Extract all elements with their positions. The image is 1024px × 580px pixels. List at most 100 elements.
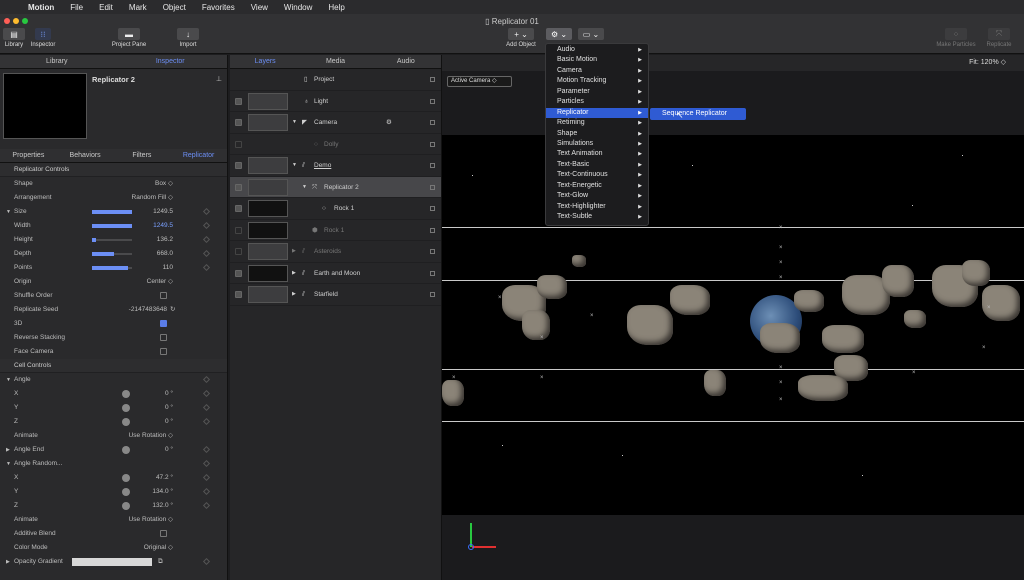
lock-icon[interactable]: [430, 98, 435, 104]
menu-help[interactable]: Help: [320, 3, 352, 12]
layer-row-light[interactable]: ♁ Light: [230, 91, 441, 112]
gradient-menu-icon[interactable]: ⧉: [158, 555, 163, 569]
width-slider[interactable]: [92, 224, 132, 228]
visibility-checkbox[interactable]: [235, 269, 242, 277]
angle-dial[interactable]: [122, 474, 130, 482]
lock-icon[interactable]: [430, 270, 435, 276]
z-axis-gizmo[interactable]: [468, 544, 474, 550]
menu-item-simulations[interactable]: Simulations ▶: [546, 139, 648, 149]
disclosure-closed-icon[interactable]: ▶: [6, 443, 10, 457]
refresh-icon[interactable]: ↻: [170, 303, 175, 317]
pin-icon[interactable]: ⊥: [216, 75, 222, 83]
add-behavior-button[interactable]: ⚙ ⌄: [546, 28, 572, 42]
library-button[interactable]: ▤ Library: [3, 28, 25, 48]
additive-checkbox[interactable]: [160, 530, 167, 537]
disclosure-closed-icon[interactable]: ▶: [6, 555, 10, 569]
disclosure-closed-icon[interactable]: ▶: [292, 284, 296, 306]
layer-row-rock-1-source[interactable]: ⬢ Rock 1: [230, 220, 441, 241]
keyframe-icon[interactable]: [202, 473, 211, 482]
layer-row-asteroids[interactable]: ▶ ⫽ Asteroids: [230, 241, 441, 263]
keyframe-icon[interactable]: [202, 221, 211, 230]
menu-mark[interactable]: Mark: [121, 3, 155, 12]
origin-popup[interactable]: Center ◇: [147, 275, 173, 289]
keyframe-icon[interactable]: [202, 207, 211, 216]
menu-item-audio[interactable]: Audio ▶: [546, 45, 648, 55]
keyframe-icon[interactable]: [202, 557, 211, 566]
keyframe-icon[interactable]: [202, 235, 211, 244]
disclosure-open-icon[interactable]: ▼: [292, 112, 297, 134]
keyframe-icon[interactable]: [202, 501, 211, 510]
angle-dial[interactable]: [122, 488, 130, 496]
visibility-checkbox[interactable]: [235, 205, 242, 212]
height-slider[interactable]: [92, 238, 132, 242]
visibility-checkbox[interactable]: [235, 183, 242, 191]
menu-item-text-animation[interactable]: Text Animation ▶: [546, 149, 648, 159]
disclosure-closed-icon[interactable]: ▶: [292, 241, 296, 263]
menu-favorites[interactable]: Favorites: [194, 3, 243, 12]
lock-icon[interactable]: [430, 141, 435, 147]
lock-icon[interactable]: [430, 163, 435, 168]
disclosure-open-icon[interactable]: ▼: [292, 155, 297, 177]
disclosure-open-icon[interactable]: ▼: [6, 457, 11, 471]
menu-item-basic-motion[interactable]: Basic Motion ▶: [546, 55, 648, 65]
menu-window[interactable]: Window: [276, 3, 320, 12]
angle-dial[interactable]: [122, 404, 130, 412]
menu-item-shape[interactable]: Shape ▶: [546, 129, 648, 139]
lock-icon[interactable]: [430, 206, 435, 211]
3d-checkbox[interactable]: [160, 320, 167, 327]
layer-row-camera[interactable]: ▼ ◤ Camera ⚙: [230, 112, 441, 134]
import-button[interactable]: ↓ Import: [176, 28, 200, 48]
layer-row-replicator-2[interactable]: ▼ ⤧ Replicator 2: [230, 176, 441, 198]
keyframe-icon[interactable]: [202, 459, 211, 468]
project-pane-button[interactable]: ▬ Project Pane: [108, 28, 150, 48]
keyframe-icon[interactable]: [202, 389, 211, 398]
menu-item-text-glow[interactable]: Text-Glow ▶: [546, 191, 648, 201]
points-slider[interactable]: [92, 266, 132, 270]
camera-popup[interactable]: Active Camera ◇: [447, 76, 512, 87]
lock-icon[interactable]: [430, 227, 435, 233]
lock-icon[interactable]: [430, 120, 435, 125]
menu-item-particles[interactable]: Particles ▶: [546, 97, 648, 107]
shuffle-checkbox[interactable]: [160, 292, 167, 299]
menu-item-retiming[interactable]: Retiming ▶: [546, 118, 648, 128]
menu-item-motion-tracking[interactable]: Motion Tracking ▶: [546, 76, 648, 86]
visibility-checkbox[interactable]: [235, 162, 242, 169]
keyframe-icon[interactable]: [202, 375, 211, 384]
disclosure-open-icon[interactable]: ▼: [6, 373, 11, 387]
angle-dial[interactable]: [122, 418, 130, 426]
tab-inspector[interactable]: Inspector: [114, 55, 228, 68]
menu-item-replicator[interactable]: Replicator ▶: [546, 107, 648, 119]
menu-edit[interactable]: Edit: [91, 3, 121, 12]
size-slider[interactable]: [92, 210, 132, 214]
add-filter-button[interactable]: ▭ ⌄: [578, 28, 604, 42]
visibility-checkbox[interactable]: [235, 97, 242, 105]
menu-item-text-basic[interactable]: Text-Basic ▶: [546, 160, 648, 170]
tab-media[interactable]: Media: [300, 55, 370, 68]
tab-layers[interactable]: Layers: [230, 55, 300, 68]
layer-row-project[interactable]: ▯ Project: [230, 69, 441, 91]
shape-popup[interactable]: Box ◇: [155, 177, 173, 191]
arrangement-popup[interactable]: Random Fill ◇: [132, 191, 173, 205]
keyframe-icon[interactable]: [202, 487, 211, 496]
lock-icon[interactable]: [430, 249, 435, 254]
submenu-item-sequence-replicator[interactable]: Sequence Replicator: [650, 108, 746, 120]
face-camera-checkbox[interactable]: [160, 348, 167, 355]
visibility-checkbox[interactable]: [235, 140, 242, 148]
reverse-checkbox[interactable]: [160, 334, 167, 341]
menu-view[interactable]: View: [243, 3, 276, 12]
visibility-checkbox[interactable]: [235, 119, 242, 126]
menu-file[interactable]: File: [62, 3, 91, 12]
fit-zoom-popup[interactable]: Fit: 120% ◇: [969, 58, 1006, 66]
menu-object[interactable]: Object: [155, 3, 194, 12]
menu-item-text-highlighter[interactable]: Text-Highlighter ▶: [546, 202, 648, 212]
opacity-gradient-swatch[interactable]: [72, 558, 152, 566]
replicate-button[interactable]: ⤧ Replicate: [984, 28, 1014, 48]
layer-row-starfield[interactable]: ▶ ⫽ Starfield: [230, 284, 441, 306]
lock-icon[interactable]: [430, 77, 435, 82]
tab-behaviors[interactable]: Behaviors: [57, 149, 114, 162]
x-axis-gizmo[interactable]: [472, 546, 496, 548]
visibility-checkbox[interactable]: [235, 226, 242, 234]
keyframe-icon[interactable]: [202, 403, 211, 412]
angle-dial[interactable]: [122, 502, 130, 510]
visibility-checkbox[interactable]: [235, 248, 242, 255]
